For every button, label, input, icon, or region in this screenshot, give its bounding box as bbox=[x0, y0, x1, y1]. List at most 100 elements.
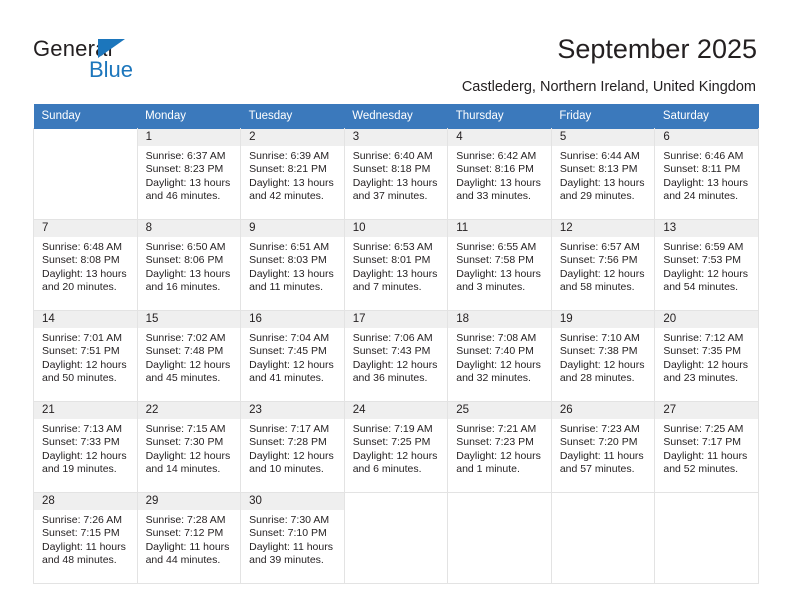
daylight-text-line2: and 39 minutes. bbox=[249, 554, 324, 567]
daylight-text-line2: and 1 minute. bbox=[456, 463, 520, 476]
day-sun-info: Sunrise: 7:04 AM Sunset: 7:45 PM Daylight:… bbox=[241, 328, 344, 386]
calendar-day-cell[interactable]: 10 Sunrise: 6:53 AM Sunset: 8:01 PM Dayligh… bbox=[343, 219, 449, 311]
daylight-text-line2: and 28 minutes. bbox=[559, 372, 635, 385]
day-sun-info: Sunrise: 7:08 AM Sunset: 7:40 PM Daylight:… bbox=[448, 328, 551, 386]
day-number: 28 bbox=[34, 493, 137, 510]
day-number: 17 bbox=[344, 311, 448, 328]
calendar-day-cell[interactable]: 7 Sunrise: 6:48 AM Sunset: 8:08 PM Daylight… bbox=[33, 219, 138, 311]
calendar-day-cell[interactable]: 18 Sunrise: 7:08 AM Sunset: 7:40 PM Dayligh… bbox=[447, 310, 552, 402]
calendar-day-cell[interactable]: 2 Sunrise: 6:39 AM Sunset: 8:21 PM Daylight… bbox=[240, 128, 345, 220]
day-sun-info: Sunrise: 6:48 AM Sunset: 8:08 PM Daylight:… bbox=[34, 237, 137, 295]
daylight-text-line1: Daylight: 12 hours bbox=[456, 449, 541, 462]
sunset-text: Sunset: 8:23 PM bbox=[145, 163, 224, 176]
calendar-day-cell[interactable]: 29 Sunrise: 7:28 AM Sunset: 7:12 PM Dayligh… bbox=[136, 492, 242, 584]
day-sun-info: Sunrise: 7:15 AM Sunset: 7:30 PM Daylight:… bbox=[138, 419, 241, 477]
calendar-day-cell[interactable]: 21 Sunrise: 7:13 AM Sunset: 7:33 PM Dayligh… bbox=[33, 401, 138, 493]
calendar-day-cell[interactable]: 14 Sunrise: 7:01 AM Sunset: 7:51 PM Dayligh… bbox=[33, 310, 138, 402]
day-sun-info: Sunrise: 7:28 AM Sunset: 7:12 PM Daylight:… bbox=[138, 510, 241, 568]
calendar-day-cell[interactable]: 26 Sunrise: 7:23 AM Sunset: 7:20 PM Dayligh… bbox=[550, 401, 656, 493]
day-number: 8 bbox=[137, 220, 241, 237]
calendar-day: 15 Sunrise: 7:02 AM Sunset: 7:48 PM Dayligh… bbox=[137, 311, 241, 401]
calendar-day-cell[interactable]: 30 Sunrise: 7:30 AM Sunset: 7:10 PM Dayligh… bbox=[240, 492, 345, 584]
weekday-header-saturday: Saturday bbox=[654, 104, 759, 129]
daylight-text-line2: and 46 minutes. bbox=[145, 190, 221, 203]
sunrise-text: Sunrise: 6:37 AM bbox=[145, 150, 226, 162]
sunrise-text: Sunrise: 7:30 AM bbox=[249, 514, 330, 526]
day-sun-info: Sunrise: 7:30 AM Sunset: 7:10 PM Daylight:… bbox=[241, 510, 344, 568]
day-sun-info: Sunrise: 7:25 AM Sunset: 7:17 PM Daylight:… bbox=[655, 419, 758, 477]
calendar-page: General Blue September 2025 Castlederg, … bbox=[0, 0, 792, 612]
day-number: 21 bbox=[34, 402, 137, 419]
daylight-text-line1: Daylight: 12 hours bbox=[352, 449, 438, 462]
calendar-day-cell[interactable]: 16 Sunrise: 7:04 AM Sunset: 7:45 PM Dayligh… bbox=[240, 310, 345, 402]
day-number: 11 bbox=[448, 220, 551, 237]
daylight-text-line1: Daylight: 11 hours bbox=[663, 449, 748, 462]
day-sun-info: Sunrise: 7:21 AM Sunset: 7:23 PM Daylight:… bbox=[448, 419, 551, 477]
calendar-day: 10 Sunrise: 6:53 AM Sunset: 8:01 PM Dayligh… bbox=[344, 220, 448, 310]
sunset-text: Sunset: 8:01 PM bbox=[352, 254, 431, 267]
daylight-text-line1: Daylight: 11 hours bbox=[145, 540, 230, 553]
day-sun-info: Sunrise: 6:59 AM Sunset: 7:53 PM Daylight:… bbox=[655, 237, 758, 295]
calendar-day-cell[interactable]: 23 Sunrise: 7:17 AM Sunset: 7:28 PM Dayligh… bbox=[240, 401, 345, 493]
day-number bbox=[448, 493, 551, 510]
generalblue-logo[interactable]: General Blue bbox=[33, 36, 233, 84]
daylight-text-line2: and 24 minutes. bbox=[663, 190, 739, 203]
page-title: September 2025 bbox=[557, 34, 757, 64]
day-number: 4 bbox=[448, 129, 551, 146]
daylight-text-line2: and 57 minutes. bbox=[559, 463, 635, 476]
calendar-day-cell[interactable]: 4 Sunrise: 6:42 AM Sunset: 8:16 PM Daylight… bbox=[447, 128, 552, 220]
calendar-day: 23 Sunrise: 7:17 AM Sunset: 7:28 PM Dayligh… bbox=[241, 402, 344, 492]
calendar-day-cell[interactable]: 9 Sunrise: 6:51 AM Sunset: 8:03 PM Daylight… bbox=[240, 219, 345, 311]
calendar-day-cell bbox=[550, 492, 656, 584]
calendar-day-cell[interactable]: 22 Sunrise: 7:15 AM Sunset: 7:30 PM Dayligh… bbox=[136, 401, 242, 493]
sunrise-text: Sunrise: 7:13 AM bbox=[42, 423, 122, 435]
sunset-text: Sunset: 7:58 PM bbox=[456, 254, 534, 267]
calendar-day-cell[interactable]: 12 Sunrise: 6:57 AM Sunset: 7:56 PM Dayligh… bbox=[550, 219, 656, 311]
calendar-day: 17 Sunrise: 7:06 AM Sunset: 7:43 PM Dayligh… bbox=[344, 311, 448, 401]
daylight-text-line1: Daylight: 13 hours bbox=[352, 267, 438, 280]
daylight-text-line1: Daylight: 13 hours bbox=[559, 176, 645, 189]
calendar-day-cell[interactable]: 8 Sunrise: 6:50 AM Sunset: 8:06 PM Daylight… bbox=[136, 219, 242, 311]
sunset-text: Sunset: 8:08 PM bbox=[42, 254, 120, 267]
calendar-day-cell[interactable]: 17 Sunrise: 7:06 AM Sunset: 7:43 PM Dayligh… bbox=[343, 310, 449, 402]
day-sun-info: Sunrise: 6:53 AM Sunset: 8:01 PM Daylight:… bbox=[345, 237, 448, 295]
calendar-day-cell[interactable]: 11 Sunrise: 6:55 AM Sunset: 7:58 PM Dayligh… bbox=[447, 219, 552, 311]
day-number: 27 bbox=[655, 402, 758, 419]
calendar-day-cell[interactable]: 20 Sunrise: 7:12 AM Sunset: 7:35 PM Dayligh… bbox=[654, 310, 759, 402]
day-number: 25 bbox=[448, 402, 551, 419]
sunset-text: Sunset: 8:06 PM bbox=[145, 254, 224, 267]
day-number: 10 bbox=[344, 220, 448, 237]
sunrise-text: Sunrise: 7:02 AM bbox=[145, 332, 226, 344]
calendar-day-cell[interactable]: 27 Sunrise: 7:25 AM Sunset: 7:17 PM Dayligh… bbox=[654, 401, 759, 493]
calendar-day-cell[interactable]: 13 Sunrise: 6:59 AM Sunset: 7:53 PM Dayligh… bbox=[654, 219, 759, 311]
calendar-day-cell[interactable]: 25 Sunrise: 7:21 AM Sunset: 7:23 PM Dayligh… bbox=[447, 401, 552, 493]
sunrise-text: Sunrise: 7:21 AM bbox=[456, 423, 537, 435]
daylight-text-line1: Daylight: 12 hours bbox=[352, 358, 438, 371]
weekday-header-sunday: Sunday bbox=[33, 104, 138, 129]
calendar-day-cell[interactable]: 24 Sunrise: 7:19 AM Sunset: 7:25 PM Dayligh… bbox=[343, 401, 449, 493]
day-sun-info: Sunrise: 6:51 AM Sunset: 8:03 PM Daylight:… bbox=[241, 237, 344, 295]
sunset-text: Sunset: 7:10 PM bbox=[249, 527, 327, 540]
calendar-day-cell[interactable]: 6 Sunrise: 6:46 AM Sunset: 8:11 PM Daylight… bbox=[654, 128, 759, 220]
daylight-text-line2: and 36 minutes. bbox=[352, 372, 428, 385]
day-sun-info: Sunrise: 7:01 AM Sunset: 7:51 PM Daylight:… bbox=[34, 328, 137, 386]
calendar-day: 22 Sunrise: 7:15 AM Sunset: 7:30 PM Dayligh… bbox=[137, 402, 241, 492]
page-subtitle-location: Castlederg, Northern Ireland, United Kin… bbox=[461, 79, 756, 95]
day-sun-info: Sunrise: 7:02 AM Sunset: 7:48 PM Daylight:… bbox=[138, 328, 241, 386]
calendar-day-cell[interactable]: 5 Sunrise: 6:44 AM Sunset: 8:13 PM Daylight… bbox=[550, 128, 656, 220]
calendar-day-cell[interactable]: 28 Sunrise: 7:26 AM Sunset: 7:15 PM Dayligh… bbox=[33, 492, 138, 584]
calendar-day-cell[interactable]: 15 Sunrise: 7:02 AM Sunset: 7:48 PM Dayligh… bbox=[136, 310, 242, 402]
daylight-text-line1: Daylight: 13 hours bbox=[456, 267, 541, 280]
calendar-day-empty bbox=[344, 493, 448, 583]
calendar-day: 19 Sunrise: 7:10 AM Sunset: 7:38 PM Dayligh… bbox=[551, 311, 655, 401]
day-number: 14 bbox=[34, 311, 137, 328]
day-sun-info: Sunrise: 7:10 AM Sunset: 7:38 PM Daylight:… bbox=[552, 328, 655, 386]
calendar-day-cell[interactable]: 3 Sunrise: 6:40 AM Sunset: 8:18 PM Daylight… bbox=[343, 128, 449, 220]
calendar-table: Sunday Monday Tuesday Wednesday Thursday… bbox=[33, 104, 759, 584]
calendar-day: 30 Sunrise: 7:30 AM Sunset: 7:10 PM Dayligh… bbox=[241, 493, 344, 583]
sunrise-text: Sunrise: 7:08 AM bbox=[456, 332, 537, 344]
sunset-text: Sunset: 7:53 PM bbox=[663, 254, 742, 267]
sunset-text: Sunset: 7:51 PM bbox=[42, 345, 120, 358]
calendar-day-cell[interactable]: 19 Sunrise: 7:10 AM Sunset: 7:38 PM Dayligh… bbox=[550, 310, 656, 402]
calendar-day-cell[interactable]: 1 Sunrise: 6:37 AM Sunset: 8:23 PM Daylight… bbox=[136, 128, 242, 220]
